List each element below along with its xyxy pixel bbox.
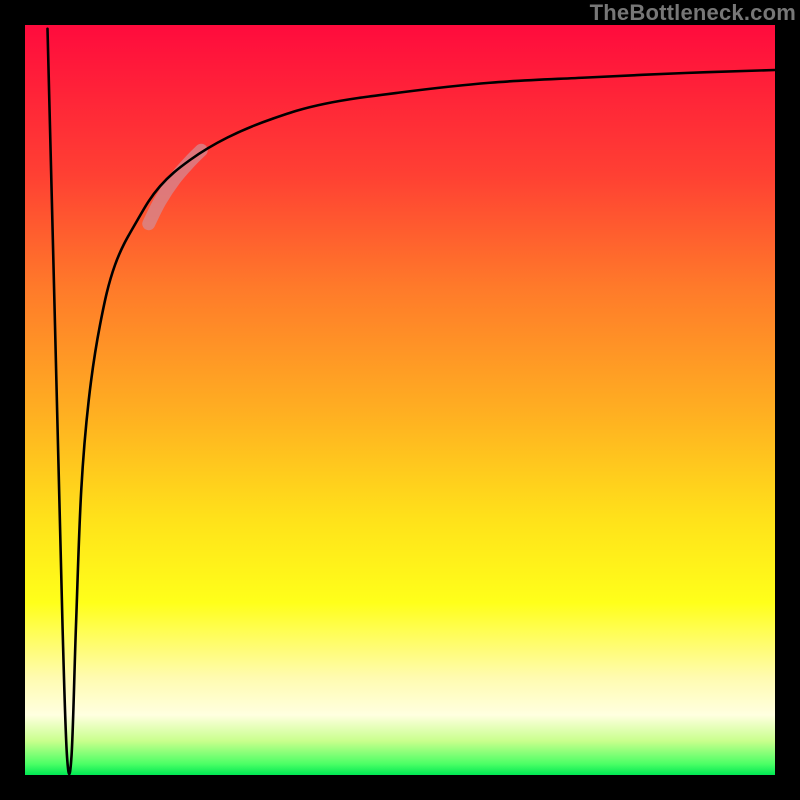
chart-stage: TheBottleneck.com xyxy=(0,0,800,800)
highlight-segment xyxy=(149,150,202,224)
bottleneck-curve xyxy=(48,29,776,774)
plot-area xyxy=(25,25,775,775)
curve-layer xyxy=(25,25,775,775)
watermark-text: TheBottleneck.com xyxy=(590,0,796,26)
